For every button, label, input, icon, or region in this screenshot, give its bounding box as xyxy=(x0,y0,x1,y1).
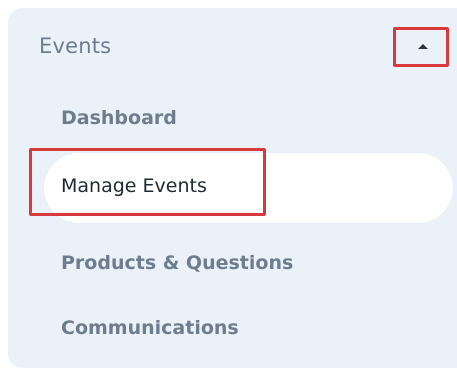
collapse-toggle-button[interactable] xyxy=(393,27,449,67)
sidebar-item-communications[interactable]: Communications xyxy=(39,300,457,360)
sidebar-item-dashboard[interactable]: Dashboard xyxy=(39,90,457,150)
sidebar-item-label: Communications xyxy=(61,317,239,339)
sidebar-item-label: Products & Questions xyxy=(61,252,294,274)
section-title: Events xyxy=(39,34,112,58)
caret-up-icon xyxy=(418,44,428,49)
events-section-header[interactable]: Events xyxy=(8,8,457,86)
sidebar-item-label: Manage Events xyxy=(61,175,207,197)
sidebar-item-products-questions[interactable]: Products & Questions xyxy=(39,235,457,295)
sidebar-panel: Events Dashboard Manage Events Products … xyxy=(8,8,457,368)
sidebar-item-manage-events[interactable]: Manage Events xyxy=(44,153,453,223)
sidebar-item-label: Dashboard xyxy=(61,107,177,129)
